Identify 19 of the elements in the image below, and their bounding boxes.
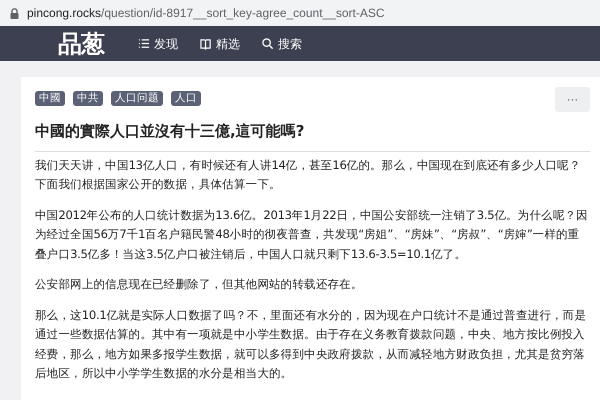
- body-paragraph: 我们天天讲，中国13亿人口，有时候还有人讲14亿，甚至16亿的。那么，中国现在到底还有多少人口呢？下面我们根据国家公开的数据，具体估算一下。: [35, 156, 582, 193]
- list-icon: [138, 38, 150, 50]
- topic-tag[interactable]: 人口: [171, 91, 201, 106]
- body-paragraph: 中国2012年公布的人口统计数据为13.6亿。2013年1月22日，中国公安部统一注销了3.5亿。为什么呢？因为经过全国56万7千1百名户籍民警48小时的彻夜普查，共发现“房姐”、“房妹”、“房叔”、“房婶”一样的重叠户口3.5亿多！当这3.5亿户口被注销后，中国人口就只剩下13.6-3.5=10.1亿了。: [35, 206, 589, 262]
- body-paragraph: 那么，这10.1亿就是实际人口数据了吗？不，里面还有水分的，因为现在户口统计不是通过普查进行，而是通过一些数据估算的。其中有一项就是中小学生数据。由于存在义务教育拨款问题，中央、地方按比例投入经费，那么，地方如果多报学生数据，就可以多得到中央政府拨款，从而减轻地方财政负担，尤其是贫穷落后地区，所以中小学学生数据的水分是相当大的。: [35, 306, 588, 382]
- more-button[interactable]: ···: [555, 87, 590, 112]
- nav-link[interactable]: 发现: [138, 34, 178, 52]
- site-logo[interactable]: 品葱: [58, 32, 104, 56]
- nav-link[interactable]: 搜索: [262, 34, 302, 52]
- book-icon: [200, 38, 212, 50]
- lock-icon: [10, 8, 19, 18]
- topic-tag[interactable]: 人口问题: [111, 91, 163, 106]
- search-icon: [262, 38, 274, 50]
- body-paragraph: 公安部网上的信息现在已经删除了，但其他网站的转载还存在。: [35, 276, 364, 293]
- nav-link[interactable]: 精选: [200, 34, 240, 52]
- topic-tag[interactable]: 中國: [35, 91, 65, 106]
- question-title: 中國的實際人口並沒有十三億,這可能嗎?: [35, 121, 306, 142]
- url-text[interactable]: pincong.rocks/question/id-8917__sort_key-agree_count__sort-ASC: [27, 4, 385, 22]
- topic-tag[interactable]: 中共: [73, 91, 103, 106]
